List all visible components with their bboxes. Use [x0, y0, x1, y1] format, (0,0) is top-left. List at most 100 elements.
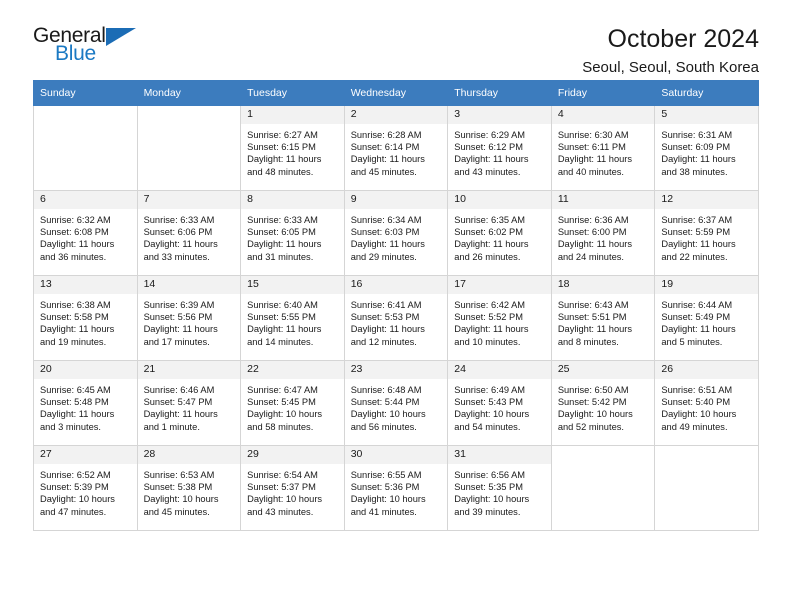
daylight-text: Daylight: 11 hours [40, 324, 115, 335]
daylight-text: and 36 minutes. [40, 251, 107, 262]
weekday-header: Sunday Monday Tuesday Wednesday Thursday Frid… [33, 80, 759, 106]
calendar-day-cell[interactable]: 13 Sunrise: 6:38 AM Sunset: 5:58 PM Dayligh… [33, 275, 138, 361]
sunset-text: Sunset: 5:39 PM [40, 482, 109, 493]
day-number: 18 [551, 276, 655, 295]
daylight-text: and 58 minutes. [247, 421, 314, 432]
sunrise-text: Sunrise: 6:29 AM [454, 130, 526, 140]
sunset-text: Sunset: 5:36 PM [350, 482, 420, 493]
day-cell-content: 4 Sunrise: 6:30 AM Sunset: 6:11 PM Daylight… [551, 106, 655, 190]
day-info: Sunrise: 6:40 AM Sunset: 5:55 PM Daylight:… [241, 295, 344, 348]
sunrise-sunset-calendar: Sunday Monday Tuesday Wednesday Thursday Frid… [33, 80, 759, 531]
calendar-day-cell[interactable]: 2 Sunrise: 6:28 AM Sunset: 6:14 PM Daylight… [343, 105, 449, 191]
day-cell-content: 2 Sunrise: 6:28 AM Sunset: 6:14 PM Daylight… [344, 106, 448, 190]
sunset-text: Sunset: 6:11 PM [557, 142, 626, 153]
daylight-text: and 56 minutes. [350, 421, 417, 432]
calendar-day-cell[interactable]: 20 Sunrise: 6:45 AM Sunset: 5:48 PM Dayligh… [33, 360, 138, 446]
daylight-text: and 43 minutes. [247, 506, 314, 517]
sunset-text: Sunset: 6:12 PM [454, 142, 523, 153]
sunset-text: Sunset: 5:37 PM [247, 482, 316, 493]
calendar-day-cell[interactable]: 11 Sunrise: 6:36 AM Sunset: 6:00 PM Dayligh… [550, 190, 656, 276]
calendar-day-cell[interactable]: 1 Sunrise: 6:27 AM Sunset: 6:15 PM Daylight… [240, 105, 345, 191]
day-cell-content: 3 Sunrise: 6:29 AM Sunset: 6:12 PM Daylight… [448, 106, 551, 190]
calendar-day-cell[interactable]: 8 Sunrise: 6:33 AM Sunset: 6:05 PM Daylight… [240, 190, 345, 276]
day-number: 5 [655, 106, 758, 125]
calendar-day-cell[interactable]: 31 Sunrise: 6:56 AM Sunset: 5:35 PM Dayligh… [447, 445, 552, 531]
daylight-text: and 29 minutes. [350, 251, 417, 262]
day-cell-content: 31 Sunrise: 6:56 AM Sunset: 5:35 PM Dayligh… [448, 446, 551, 530]
calendar-day-cell[interactable]: 12 Sunrise: 6:37 AM Sunset: 5:59 PM Dayligh… [654, 190, 759, 276]
sunset-text: Sunset: 5:53 PM [350, 312, 420, 323]
calendar-day-cell[interactable]: 30 Sunrise: 6:55 AM Sunset: 5:36 PM Dayligh… [343, 445, 449, 531]
daylight-text: and 49 minutes. [661, 421, 728, 432]
daylight-text: Daylight: 10 hours [454, 409, 530, 420]
day-cell-content: 11 Sunrise: 6:36 AM Sunset: 6:00 PM Dayligh… [551, 191, 655, 275]
sunrise-text: Sunrise: 6:52 AM [40, 470, 111, 480]
sunrise-text: Sunrise: 6:35 AM [454, 215, 526, 225]
daylight-text: Daylight: 10 hours [661, 409, 737, 420]
calendar-day-cell[interactable]: 3 Sunrise: 6:29 AM Sunset: 6:12 PM Daylight… [447, 105, 552, 191]
sunset-text: Sunset: 5:38 PM [143, 482, 213, 493]
daylight-text: and 43 minutes. [454, 166, 521, 177]
calendar-day-cell[interactable]: 18 Sunrise: 6:43 AM Sunset: 5:51 PM Dayligh… [550, 275, 656, 361]
calendar-body: 1 Sunrise: 6:27 AM Sunset: 6:15 PM Daylight… [33, 105, 759, 531]
weekday-header-cell: Sunday [33, 80, 138, 106]
general-blue-logo[interactable]: General Blue [33, 25, 153, 73]
calendar-day-cell[interactable]: 29 Sunrise: 6:54 AM Sunset: 5:37 PM Dayligh… [240, 445, 345, 531]
day-cell-content: 13 Sunrise: 6:38 AM Sunset: 5:58 PM Dayligh… [34, 276, 137, 360]
calendar-day-cell[interactable]: 25 Sunrise: 6:50 AM Sunset: 5:42 PM Dayligh… [550, 360, 656, 446]
daylight-text: and 5 minutes. [661, 336, 723, 347]
calendar-day-cell[interactable]: 5 Sunrise: 6:31 AM Sunset: 6:09 PM Daylight… [654, 105, 759, 191]
day-info: Sunrise: 6:38 AM Sunset: 5:58 PM Daylight:… [34, 295, 137, 348]
day-cell-content: 9 Sunrise: 6:34 AM Sunset: 6:03 PM Daylight… [344, 191, 448, 275]
sunrise-text: Sunrise: 6:28 AM [350, 130, 422, 140]
day-number: 15 [241, 276, 344, 295]
sunset-text: Sunset: 5:52 PM [454, 312, 523, 323]
day-info: Sunrise: 6:56 AM Sunset: 5:35 PM Daylight:… [448, 465, 551, 518]
calendar-day-cell[interactable]: 10 Sunrise: 6:35 AM Sunset: 6:02 PM Dayligh… [447, 190, 552, 276]
calendar-day-cell[interactable]: 7 Sunrise: 6:33 AM Sunset: 6:06 PM Daylight… [136, 190, 242, 276]
calendar-day-cell[interactable]: 15 Sunrise: 6:40 AM Sunset: 5:55 PM Dayligh… [240, 275, 345, 361]
day-number: 4 [551, 106, 655, 125]
daylight-text: Daylight: 10 hours [247, 494, 323, 505]
day-number: 11 [551, 191, 655, 210]
sunrise-text: Sunrise: 6:55 AM [350, 470, 422, 480]
calendar-day-cell[interactable]: 6 Sunrise: 6:32 AM Sunset: 6:08 PM Daylight… [33, 190, 138, 276]
sunrise-text: Sunrise: 6:44 AM [661, 300, 733, 310]
calendar-day-cell[interactable]: 14 Sunrise: 6:39 AM Sunset: 5:56 PM Dayligh… [136, 275, 242, 361]
day-cell-content: 23 Sunrise: 6:48 AM Sunset: 5:44 PM Dayligh… [344, 361, 448, 445]
daylight-text: and 48 minutes. [247, 166, 314, 177]
day-info: Sunrise: 6:53 AM Sunset: 5:38 PM Daylight:… [138, 465, 241, 518]
calendar-day-cell[interactable]: 28 Sunrise: 6:53 AM Sunset: 5:38 PM Dayligh… [136, 445, 242, 531]
day-number [34, 106, 137, 124]
calendar-day-cell[interactable]: 9 Sunrise: 6:34 AM Sunset: 6:03 PM Daylight… [343, 190, 449, 276]
calendar-day-cell[interactable]: 16 Sunrise: 6:41 AM Sunset: 5:53 PM Dayligh… [343, 275, 449, 361]
calendar-day-cell[interactable]: 27 Sunrise: 6:52 AM Sunset: 5:39 PM Dayligh… [33, 445, 138, 531]
sunset-text: Sunset: 5:35 PM [454, 482, 523, 493]
day-cell-content: 29 Sunrise: 6:54 AM Sunset: 5:37 PM Dayligh… [241, 446, 344, 530]
day-number: 25 [551, 361, 655, 380]
daylight-text: Daylight: 10 hours [350, 494, 426, 505]
calendar-day-cell[interactable]: 4 Sunrise: 6:30 AM Sunset: 6:11 PM Daylight… [550, 105, 656, 191]
daylight-text: and 52 minutes. [557, 421, 624, 432]
day-number: 24 [448, 361, 551, 380]
daylight-text: and 54 minutes. [454, 421, 521, 432]
sunset-text: Sunset: 5:45 PM [247, 397, 316, 408]
calendar-day-cell[interactable]: 21 Sunrise: 6:46 AM Sunset: 5:47 PM Dayligh… [136, 360, 242, 446]
day-number: 14 [137, 276, 241, 295]
calendar-day-cell[interactable]: 24 Sunrise: 6:49 AM Sunset: 5:43 PM Dayligh… [447, 360, 552, 446]
day-cell-content: 28 Sunrise: 6:53 AM Sunset: 5:38 PM Dayligh… [137, 446, 241, 530]
calendar-day-cell[interactable]: 23 Sunrise: 6:48 AM Sunset: 5:44 PM Dayligh… [343, 360, 449, 446]
weekday-header-cell: Wednesday [343, 80, 449, 106]
calendar-day-cell[interactable]: 17 Sunrise: 6:42 AM Sunset: 5:52 PM Dayligh… [447, 275, 552, 361]
calendar-day-cell[interactable]: 26 Sunrise: 6:51 AM Sunset: 5:40 PM Dayligh… [654, 360, 759, 446]
day-info: Sunrise: 6:39 AM Sunset: 5:56 PM Daylight:… [138, 295, 241, 348]
calendar-day-cell[interactable]: 19 Sunrise: 6:44 AM Sunset: 5:49 PM Dayligh… [654, 275, 759, 361]
day-cell-content: 15 Sunrise: 6:40 AM Sunset: 5:55 PM Dayligh… [241, 276, 344, 360]
day-number [655, 446, 758, 464]
daylight-text: and 41 minutes. [350, 506, 417, 517]
daylight-text: and 38 minutes. [661, 166, 728, 177]
calendar-day-cell[interactable]: 22 Sunrise: 6:47 AM Sunset: 5:45 PM Dayligh… [240, 360, 345, 446]
day-number: 29 [241, 446, 344, 465]
day-cell-content: 25 Sunrise: 6:50 AM Sunset: 5:42 PM Dayligh… [551, 361, 655, 445]
sunset-text: Sunset: 6:15 PM [247, 142, 316, 153]
